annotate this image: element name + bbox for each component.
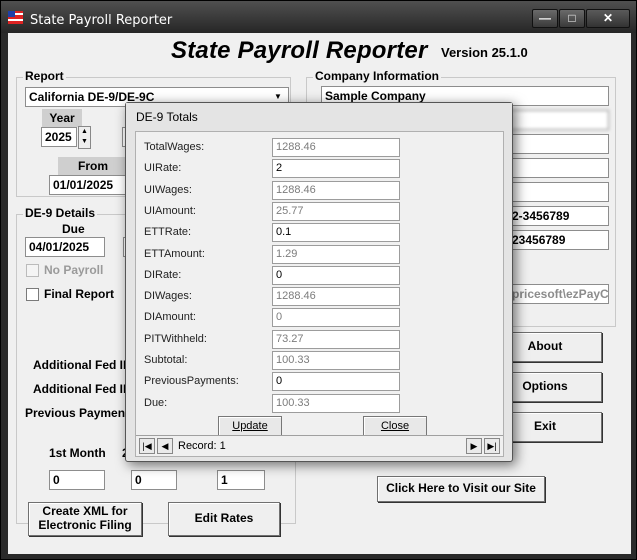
field-label: UIAmount: — [144, 204, 196, 217]
field-input[interactable]: 1288.46 — [272, 180, 400, 200]
field-input[interactable]: 1288.46 — [272, 138, 400, 157]
edit-rates-button[interactable]: Edit Rates — [168, 502, 280, 536]
visit-site-button[interactable]: Click Here to Visit our Site — [377, 476, 545, 502]
field-input[interactable]: 100.33 — [272, 393, 400, 413]
due-date-field[interactable]: 04/01/2025 — [25, 237, 105, 257]
dialog-title-bar[interactable]: DE-9 Totals — [126, 103, 512, 131]
field-label: ETTAmount: — [144, 247, 205, 260]
close-button[interactable]: ✕ — [586, 9, 630, 28]
record-navigator: |◀ ◀ Record: 1 ▶ ▶| — [136, 435, 503, 456]
next-record-icon[interactable]: ▶ — [466, 438, 482, 454]
field-label: DIAmount: — [144, 311, 196, 324]
field-label: TotalWages: — [144, 141, 205, 153]
additional-fed-id-label-2: Additional Fed ID — [33, 382, 132, 396]
final-report-label: Final Report — [44, 287, 115, 301]
final-report-checkbox[interactable] — [26, 288, 39, 301]
month1-field[interactable]: 0 — [49, 470, 105, 490]
dialog-close-button[interactable]: Close — [363, 416, 427, 436]
previous-payments-label: Previous Payment — [25, 406, 130, 420]
dialog-form: TotalWages: 1288.46 UIRate: 2 UIWages: 1288.4… — [135, 131, 504, 457]
field-label: DIWages: — [144, 290, 192, 303]
last-record-icon[interactable]: ▶| — [484, 438, 500, 454]
field-label: ETTRate: — [144, 226, 192, 239]
field-input[interactable]: 1.29 — [272, 244, 400, 264]
company-id-2-field[interactable]: 23456789 — [508, 230, 609, 250]
no-payroll-label: No Payroll — [44, 263, 104, 277]
year-label: Year — [42, 109, 82, 127]
app-title: State Payroll Reporter — [171, 37, 428, 64]
from-date-field[interactable]: 01/01/2025 — [49, 175, 127, 195]
field-label: PITWithheld: — [144, 332, 207, 345]
data-path-field[interactable]: pricesoft\ezPayC — [508, 284, 609, 304]
field-input[interactable]: 100.33 — [272, 351, 400, 370]
due-label: Due — [62, 222, 85, 236]
minimize-button[interactable]: — — [532, 9, 558, 28]
first-record-icon[interactable]: |◀ — [139, 438, 155, 454]
flag-icon — [8, 11, 23, 24]
month3-field[interactable]: 1 — [217, 470, 265, 490]
title-bar[interactable]: State Payroll Reporter — □ ✕ — [1, 1, 636, 33]
update-button[interactable]: Update — [218, 416, 282, 436]
create-xml-button[interactable]: Create XML for Electronic Filing — [28, 502, 142, 536]
field-label: UIWages: — [144, 183, 192, 196]
field-input[interactable]: 0 — [272, 372, 400, 392]
field-input[interactable]: 0 — [272, 308, 400, 328]
maximize-button[interactable]: □ — [559, 9, 585, 28]
record-label: Record: 1 — [178, 440, 226, 452]
company-id-1-field[interactable]: 2-3456789 — [508, 206, 609, 226]
year-field[interactable]: 2025 — [41, 127, 77, 147]
field-input[interactable]: 1288.46 — [272, 287, 400, 307]
year-spinner[interactable]: ▲ ▼ — [78, 126, 91, 149]
de9-totals-dialog: DE-9 Totals TotalWages: 1288.46 UIRate: 2 UI… — [125, 102, 513, 462]
additional-fed-id-label-1: Additional Fed ID — [33, 358, 132, 372]
prev-record-icon[interactable]: ◀ — [157, 438, 173, 454]
no-payroll-checkbox[interactable] — [26, 264, 39, 277]
company-group-label: Company Information — [313, 69, 442, 83]
field-label: DIRate: — [144, 268, 182, 281]
month2-field[interactable]: 0 — [131, 470, 177, 490]
version-label: Version 25.1.0 — [441, 45, 528, 60]
field-input[interactable]: 2 — [272, 159, 400, 179]
field-input[interactable]: 0.1 — [272, 223, 400, 243]
window-title: State Payroll Reporter — [30, 13, 173, 28]
field-label: Subtotal: — [144, 354, 188, 366]
field-input[interactable]: 0 — [272, 265, 400, 285]
field-label: UIRate: — [144, 162, 182, 175]
field-input[interactable]: 73.27 — [272, 329, 400, 349]
report-group-label: Report — [23, 69, 66, 83]
field-input[interactable]: 25.77 — [272, 201, 400, 221]
de9-details-label: DE-9 Details — [23, 206, 98, 220]
from-label: From — [58, 157, 128, 175]
dialog-title: DE-9 Totals — [136, 110, 198, 124]
field-label: Due: — [144, 396, 168, 409]
field-label: PreviousPayments: — [144, 375, 239, 388]
first-month-label: 1st Month — [49, 446, 106, 460]
